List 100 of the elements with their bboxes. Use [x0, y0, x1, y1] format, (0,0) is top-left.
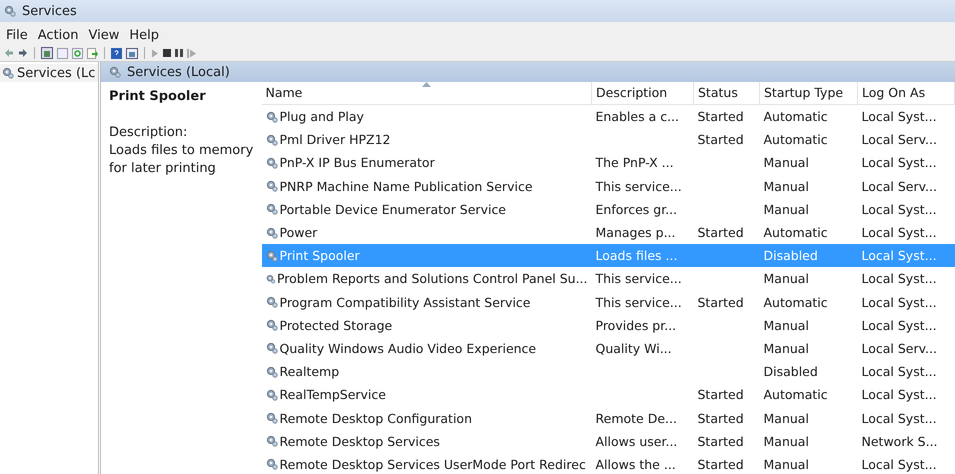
service-icon [266, 319, 278, 332]
name-header[interactable]: Name [262, 82, 592, 104]
description-label: Description: [109, 124, 188, 142]
table-cell: Quality Windows Audio Video Experience [280, 340, 536, 356]
table-cell: Started [698, 294, 744, 310]
properties-icon[interactable] [126, 48, 138, 58]
table-cell: Power [280, 225, 318, 240]
services-icon [4, 5, 16, 17]
table-row[interactable]: Plug and Play Enables a c... Started Automatic Local Syst... [262, 104, 954, 128]
window-title: Services [22, 4, 77, 18]
table-cell: Automatic [764, 109, 828, 124]
table-row[interactable]: Pml Driver HPZ12 Started Automatic Local Serv... [262, 128, 954, 152]
table-cell: Enables a c... [596, 109, 679, 124]
table-cell: Started [698, 387, 744, 402]
back-icon[interactable] [4, 48, 14, 58]
table-row[interactable]: RealTempService Started Automatic Local Syst... [262, 383, 954, 406]
table-cell: Pml Driver HPZ12 [280, 132, 391, 148]
table-cell: RealTempService [280, 387, 386, 402]
refresh-icon[interactable] [72, 48, 83, 58]
table-row[interactable]: Remote Desktop Configuration Remote De... Started Manual Local Syst... [262, 406, 954, 430]
table-cell: Remote Desktop Services UserMode Port Redirec [280, 456, 586, 472]
table-cell: This service... [596, 294, 682, 310]
table-cell: Manual [764, 318, 809, 333]
table-cell: Manages p... [596, 225, 676, 240]
table-row[interactable]: Program Compatibility Assistant Service This service... Started Automatic Local Syst... [262, 290, 954, 314]
service-icon [266, 156, 278, 169]
panel-title: Services (Local) [127, 64, 230, 80]
table-cell: Started [698, 456, 744, 472]
table-cell: This service... [596, 271, 682, 286]
table-cell: PnP-X IP Bus Enumerator [280, 155, 435, 170]
play-icon[interactable] [151, 48, 159, 58]
service-icon [266, 272, 275, 285]
table-row[interactable]: Portable Device Enumerator Service Enforces gr... Manual Local Syst... [262, 198, 954, 221]
table-cell: Local Syst... [862, 318, 937, 333]
table-cell: Remote Desktop Services [280, 434, 440, 449]
table-cell: Local Serv... [862, 340, 937, 356]
table-cell: Local Syst... [862, 155, 937, 170]
table-cell: Manual [764, 434, 809, 449]
table-cell: Manual [764, 271, 809, 286]
table-row[interactable]: Problem Reports and Solutions Control Panel Su... This service... Manual Local Syst... [262, 267, 954, 290]
console-tree-icon[interactable] [41, 47, 53, 59]
table-cell: Loads files ... [596, 248, 678, 264]
table-cell: Allows the ... [596, 456, 676, 472]
table-cell: Local Syst... [862, 294, 937, 310]
table-cell: Realtemp [280, 364, 340, 380]
table-cell: Print Spooler [280, 248, 360, 264]
table-cell: Protected Storage [280, 318, 392, 333]
service-icon [266, 180, 278, 192]
menu-item[interactable]: Help [129, 28, 159, 42]
service-icon [266, 388, 278, 401]
table-cell: Manual [764, 340, 809, 356]
table-cell: Local Syst... [862, 364, 937, 380]
table-cell: Remote Desktop Configuration [280, 410, 472, 426]
table-cell: Manual [764, 202, 809, 217]
service-icon [266, 342, 278, 354]
table-row[interactable]: Remote Desktop Services Allows user... Started Manual Network S... [262, 430, 954, 453]
table-cell: Automatic [764, 132, 828, 148]
table-cell: Program Compatibility Assistant Service [280, 294, 530, 310]
table-cell: Portable Device Enumerator Service [280, 202, 506, 217]
table-row[interactable]: Remote Desktop Services UserMode Port Redirec Allows the ... Started Manual Local Syst... [262, 452, 954, 474]
menu-item[interactable]: View [88, 28, 120, 42]
table-cell: Enforces gr... [596, 202, 678, 217]
menu-item[interactable]: File [6, 28, 28, 42]
table-cell: Remote De... [596, 410, 677, 426]
table-row[interactable]: PnP-X IP Bus Enumerator The PnP-X ... Manual Local Syst... [262, 151, 954, 175]
description-header[interactable]: Description [592, 82, 694, 104]
description-text: Loads files to memory for later printing [109, 142, 254, 178]
service-icon [266, 134, 278, 146]
pause-icon[interactable] [175, 49, 183, 57]
service-name: Print Spooler [109, 88, 207, 106]
table-cell: PNRP Machine Name Publication Service [280, 178, 533, 194]
service-icon [266, 250, 278, 262]
service-icon [266, 435, 278, 448]
table-row[interactable]: PNRP Machine Name Publication Service This service... Manual Local Serv... [262, 174, 954, 198]
table-cell: Disabled [764, 364, 818, 380]
table-cell: Started [698, 132, 744, 148]
tree-item[interactable]: Services (Lc [0, 64, 98, 82]
table-cell: Local Syst... [862, 202, 937, 217]
startup-type-header[interactable]: Startup Type [760, 82, 858, 104]
help-icon[interactable] [111, 48, 122, 58]
service-icon [266, 110, 278, 123]
table-row[interactable]: Power Manages p... Started Automatic Local Syst... [262, 220, 954, 244]
table-cell: Local Syst... [862, 387, 937, 402]
table-cell: Manual [764, 155, 809, 170]
table-cell: Manual [764, 456, 809, 472]
table-cell: Local Syst... [862, 410, 937, 426]
service-icon [266, 458, 278, 470]
forward-icon[interactable] [18, 48, 28, 58]
table-row[interactable]: Realtemp Disabled Local Syst... [262, 360, 954, 384]
service-icon [266, 203, 278, 216]
menu-item[interactable]: Action [38, 28, 78, 42]
log-on-as-header[interactable]: Log On As [858, 82, 954, 104]
table-row[interactable]: Quality Windows Audio Video Experience Quality Wi... Manual Local Serv... [262, 336, 954, 360]
resume-icon[interactable] [187, 48, 196, 58]
table-cell: The PnP-X ... [596, 155, 674, 170]
table-row[interactable]: Protected Storage Provides pr... Manual Local Syst... [262, 314, 954, 337]
status-header[interactable]: Status [694, 82, 760, 104]
service-icon [266, 226, 278, 239]
window-icon[interactable] [57, 48, 68, 58]
export-icon[interactable] [87, 48, 98, 58]
